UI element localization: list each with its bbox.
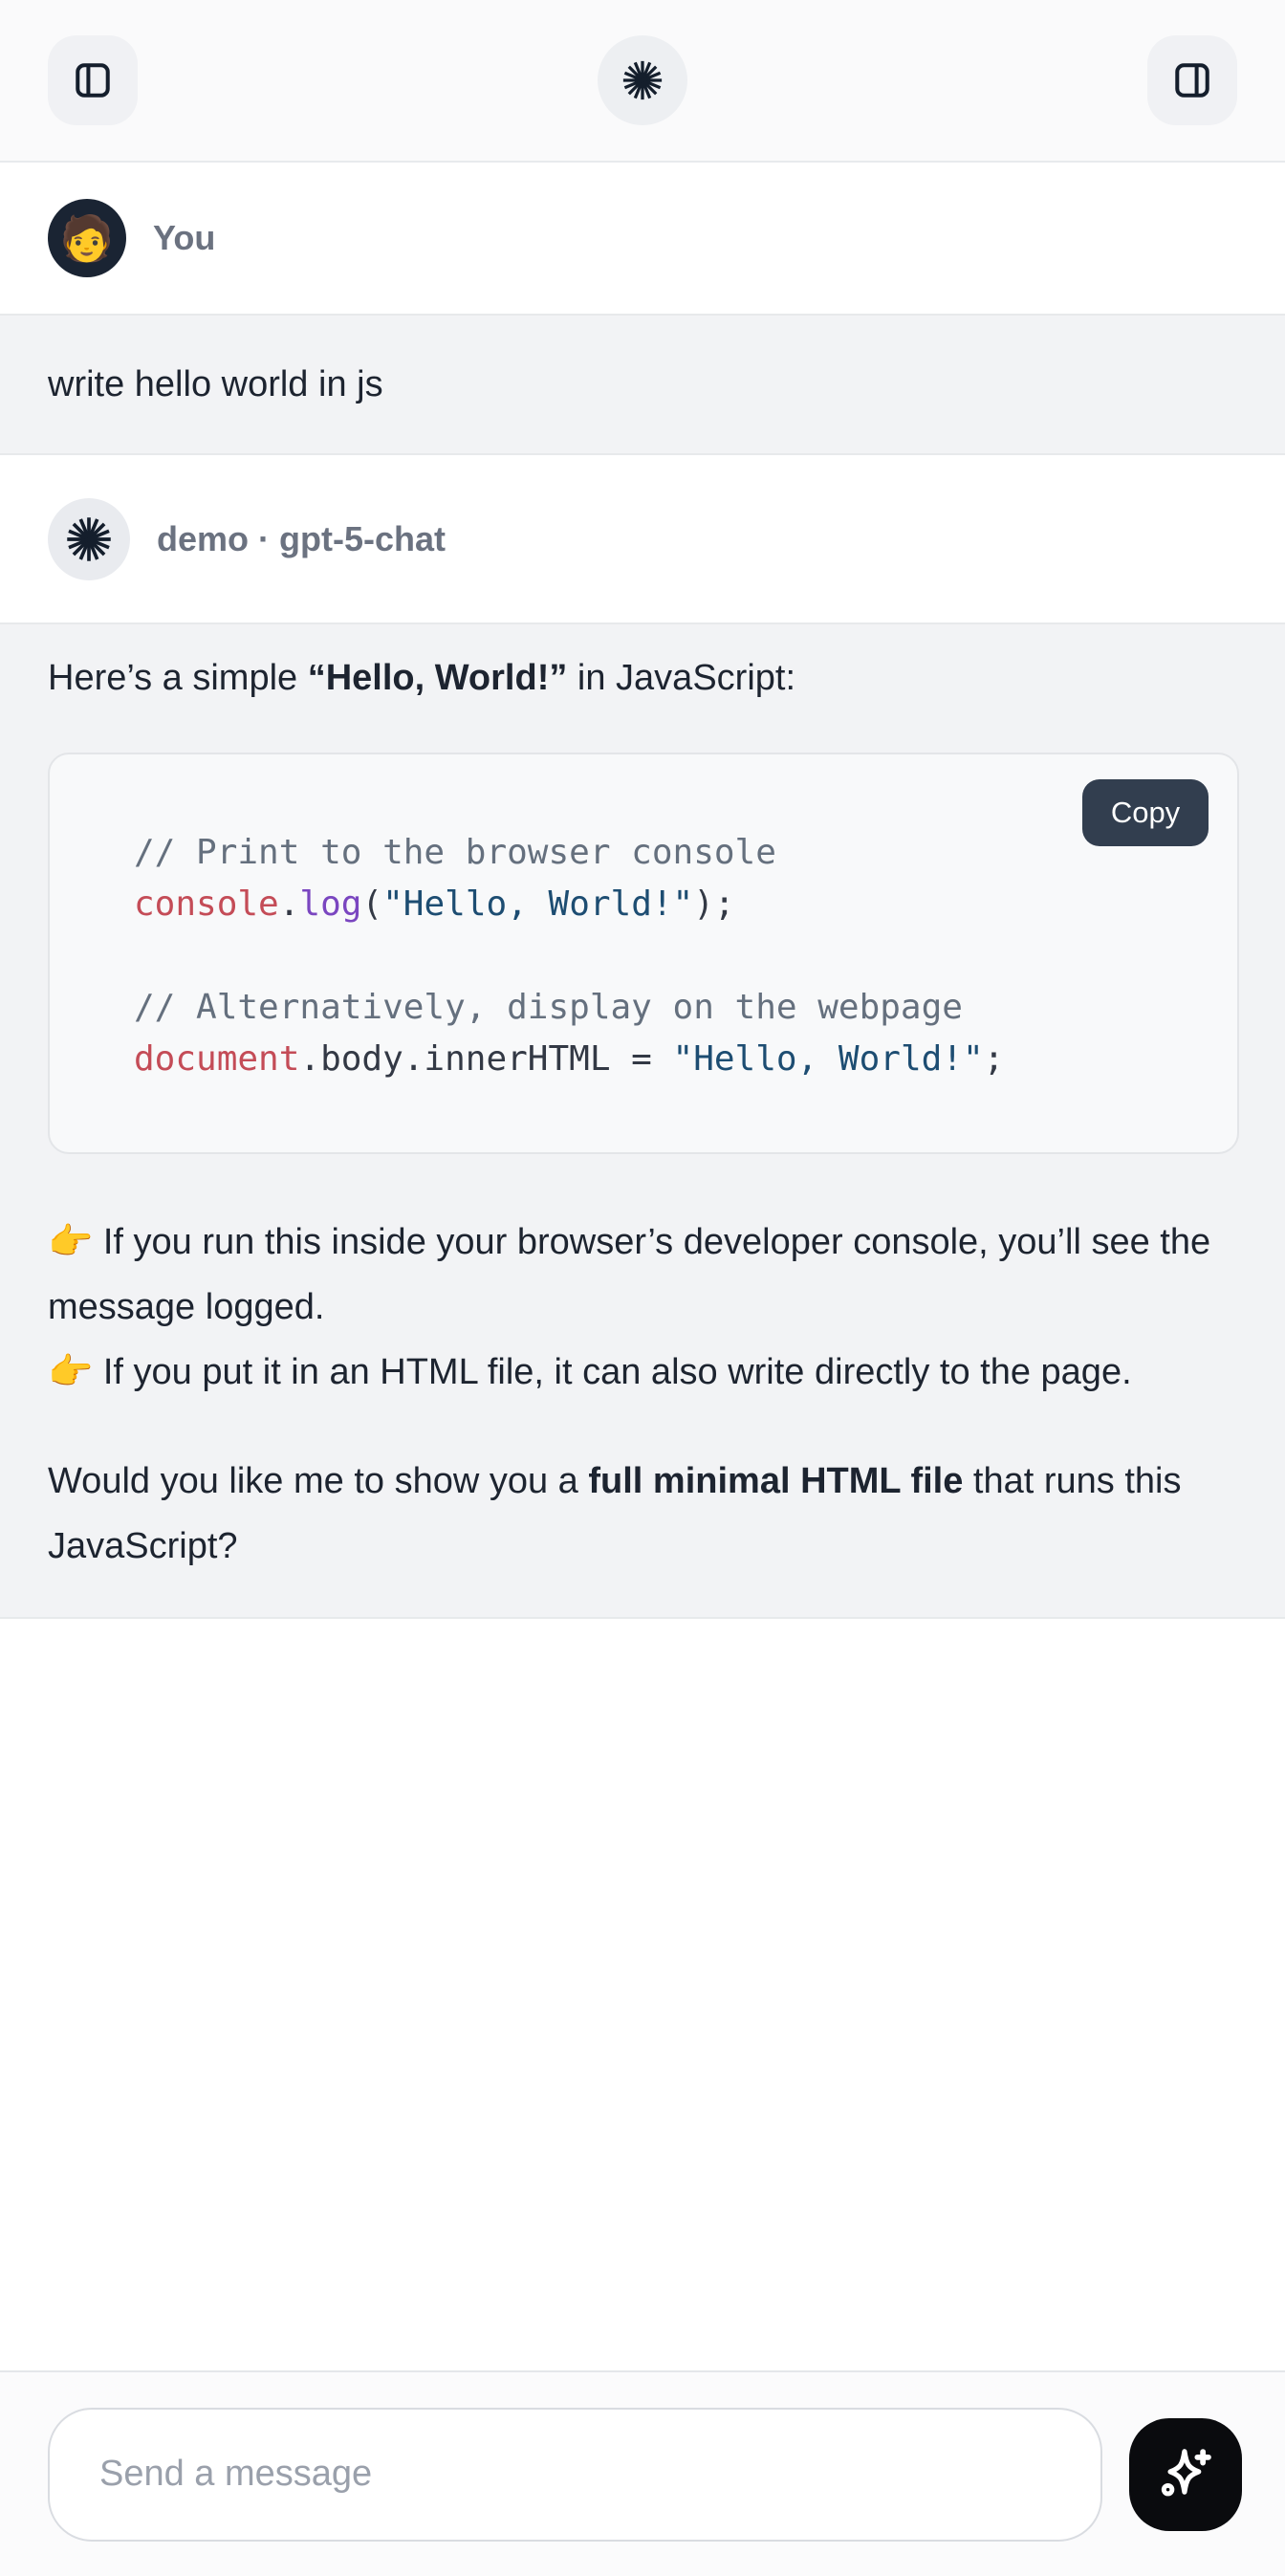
starburst-logo-icon (621, 58, 664, 102)
logo-button[interactable] (598, 35, 687, 125)
assistant-question-text: Would you like me to show you a full min… (48, 1449, 1239, 1579)
chat-scroll[interactable]: 🧑 You write hello world in js de (0, 163, 1285, 2370)
user-message-header: 🧑 You (0, 163, 1285, 314)
topbar (0, 0, 1285, 163)
panel-left-icon (71, 58, 115, 102)
code-block: Copy // Print to the browser consolecons… (48, 753, 1239, 1154)
code-line (134, 930, 1203, 982)
assistant-sender-label: demo · gpt-5-chat (157, 519, 446, 559)
composer-bar (0, 2370, 1285, 2576)
assistant-intro-text: Here’s a simple “Hello, World!” in JavaS… (48, 655, 1239, 701)
assistant-avatar (48, 498, 130, 580)
starburst-avatar-icon (64, 514, 114, 564)
assistant-pointers-text: 👉 If you run this inside your browser’s … (48, 1210, 1239, 1405)
user-avatar-emoji: 🧑 (59, 216, 114, 260)
user-avatar: 🧑 (48, 199, 126, 277)
assistant-message-header: demo · gpt-5-chat (0, 455, 1285, 622)
user-sender-label: You (153, 218, 215, 258)
chat-app: 🧑 You write hello world in js de (0, 0, 1285, 2576)
panel-right-icon (1170, 58, 1214, 102)
assistant-message-body: Here’s a simple “Hello, World!” in JavaS… (0, 622, 1285, 1619)
code-line: console.log("Hello, World!"); (134, 879, 1203, 930)
code-line: // Print to the browser console (134, 827, 1203, 879)
code-line: document.body.innerHTML = "Hello, World!… (134, 1034, 1203, 1085)
message-input[interactable] (48, 2408, 1102, 2542)
code-content: // Print to the browser consoleconsole.l… (134, 827, 1203, 1085)
chat-empty-space (0, 1619, 1285, 2370)
copy-button[interactable]: Copy (1082, 779, 1209, 846)
send-button[interactable] (1129, 2418, 1242, 2531)
code-line: // Alternatively, display on the webpage (134, 982, 1203, 1034)
user-message-text: write hello world in js (48, 364, 383, 404)
sidebar-toggle-button[interactable] (48, 35, 138, 125)
user-message-body: write hello world in js (0, 314, 1285, 455)
sparkles-icon (1154, 2443, 1217, 2506)
right-panel-toggle-button[interactable] (1147, 35, 1237, 125)
